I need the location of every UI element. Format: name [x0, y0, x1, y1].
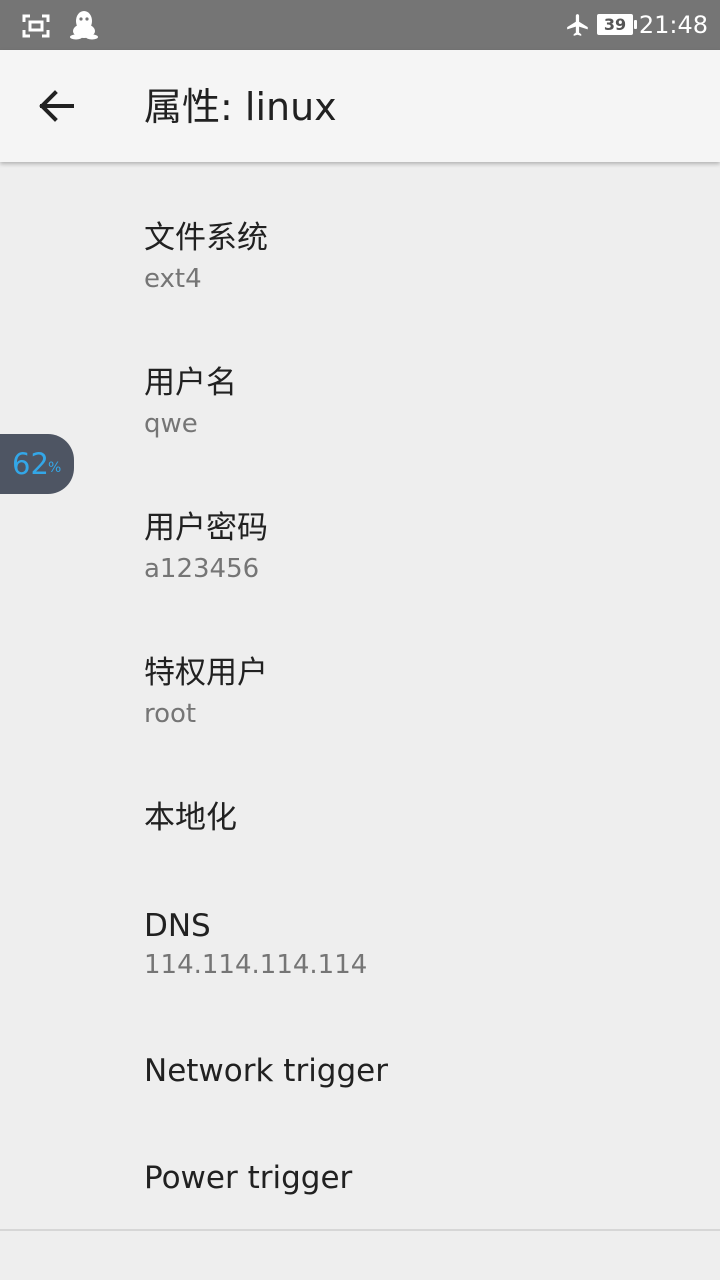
- pref-username[interactable]: 用户名 qwe: [0, 307, 720, 452]
- pref-summary: root: [144, 699, 197, 729]
- battery-level: 39: [603, 15, 627, 34]
- pref-power-trigger[interactable]: Power trigger: [0, 1114, 720, 1229]
- pref-password[interactable]: 用户密码 a123456: [0, 452, 720, 597]
- pref-network-trigger[interactable]: Network trigger: [0, 1007, 720, 1114]
- pref-filesystem[interactable]: 文件系统 ext4: [0, 162, 720, 307]
- pref-title: 用户名: [144, 365, 237, 401]
- page-title: 属性: linux: [144, 85, 337, 129]
- pref-privileged-user[interactable]: 特权用户 root: [0, 597, 720, 742]
- arrow-back-icon: [39, 90, 74, 122]
- battery-icon: 39: [597, 14, 637, 35]
- pref-title: 文件系统: [144, 220, 268, 256]
- pref-title: 特权用户: [144, 655, 268, 691]
- status-bar: 39 21:48: [0, 0, 720, 50]
- pref-title: 用户密码: [144, 510, 268, 546]
- app-bar: 属性: linux: [0, 50, 720, 162]
- floating-memory-widget[interactable]: 62 %: [0, 434, 74, 494]
- pref-title: DNS: [144, 908, 211, 944]
- qq-penguin-icon: [68, 10, 100, 44]
- pref-title: Power trigger: [144, 1160, 353, 1196]
- airplane-mode-icon: [563, 12, 593, 42]
- pref-title: Network trigger: [144, 1053, 388, 1089]
- pref-localization[interactable]: 本地化: [0, 742, 720, 852]
- screenshot-icon: [22, 14, 50, 42]
- widget-unit: %: [48, 460, 62, 476]
- widget-value: 62: [12, 447, 49, 481]
- pref-summary: 114.114.114.114: [144, 950, 368, 980]
- pref-summary: qwe: [144, 409, 198, 439]
- pref-title: 本地化: [144, 800, 237, 836]
- pref-summary: a123456: [144, 554, 260, 584]
- pref-summary: ext4: [144, 264, 202, 294]
- pref-dns[interactable]: DNS 114.114.114.114: [0, 852, 720, 1007]
- clock: 21:48: [638, 11, 708, 39]
- back-button[interactable]: [24, 74, 88, 138]
- list-divider: [0, 1229, 720, 1231]
